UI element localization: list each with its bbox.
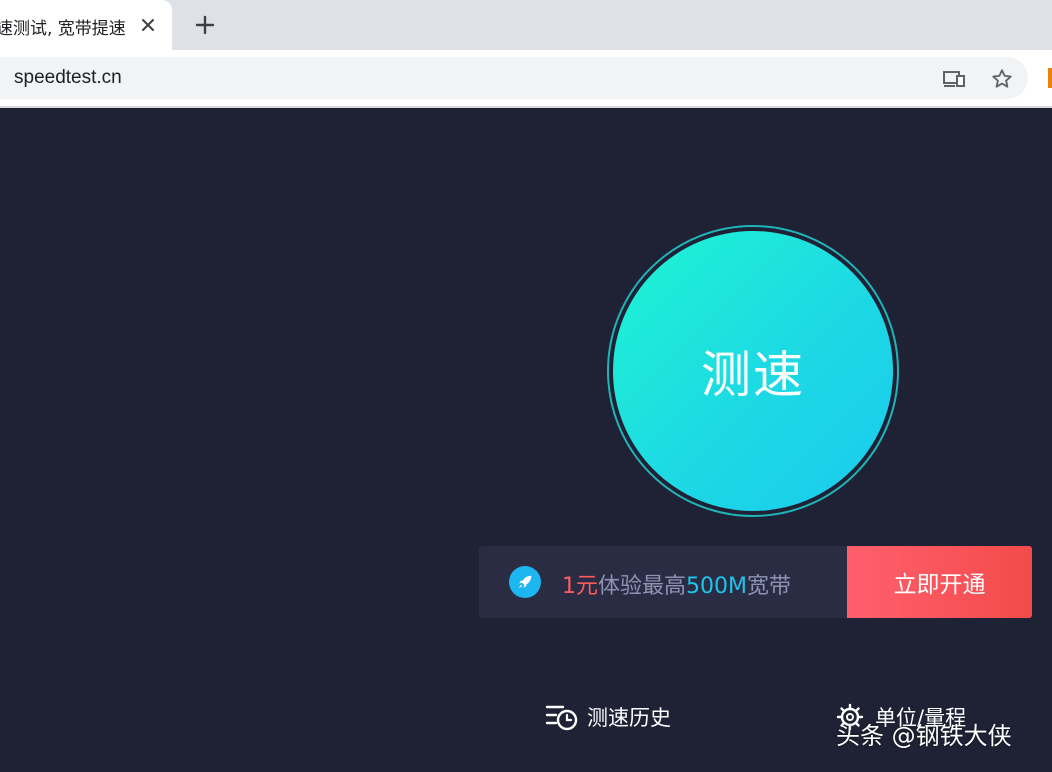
browser-tab[interactable]: 速测试, 宽带提速 xyxy=(0,0,172,50)
browser-toolbar: speedtest.cn xyxy=(0,50,1052,108)
url-text[interactable]: speedtest.cn xyxy=(14,67,122,89)
start-speedtest-button[interactable]: 测速 xyxy=(613,231,893,511)
tab-title: 速测试, 宽带提速 xyxy=(0,19,126,39)
speedtest-page: 测速 1元体验最高500M宽带 立即开通 测速历史 单位/量程 头条 @钢铁大侠 xyxy=(0,108,1052,772)
rocket-icon xyxy=(509,566,541,598)
promo-text-mid: 体验最高 xyxy=(598,574,687,599)
speedtest-history-link[interactable]: 测速历史 xyxy=(545,700,671,734)
extension-icon[interactable] xyxy=(1048,68,1052,88)
promo-text: 1元体验最高500M宽带 xyxy=(562,568,791,600)
watermark: 头条 @钢铁大侠 xyxy=(836,722,1012,750)
promo-speed: 500M xyxy=(686,574,747,599)
star-icon[interactable] xyxy=(990,67,1014,91)
promo-price: 1元 xyxy=(562,574,598,599)
close-icon[interactable] xyxy=(137,14,159,36)
history-icon xyxy=(545,705,578,731)
plus-icon[interactable] xyxy=(190,10,220,40)
promo-text-end: 宽带 xyxy=(747,574,792,599)
promo-banner: 1元体验最高500M宽带 立即开通 xyxy=(479,546,1032,618)
start-speedtest-label: 测速 xyxy=(701,346,805,404)
tab-strip: 速测试, 宽带提速 xyxy=(0,0,1052,50)
cast-icon[interactable] xyxy=(942,67,966,91)
history-label: 测速历史 xyxy=(587,706,671,730)
activate-now-button[interactable]: 立即开通 xyxy=(847,546,1032,618)
address-bar[interactable]: speedtest.cn xyxy=(0,57,1028,99)
